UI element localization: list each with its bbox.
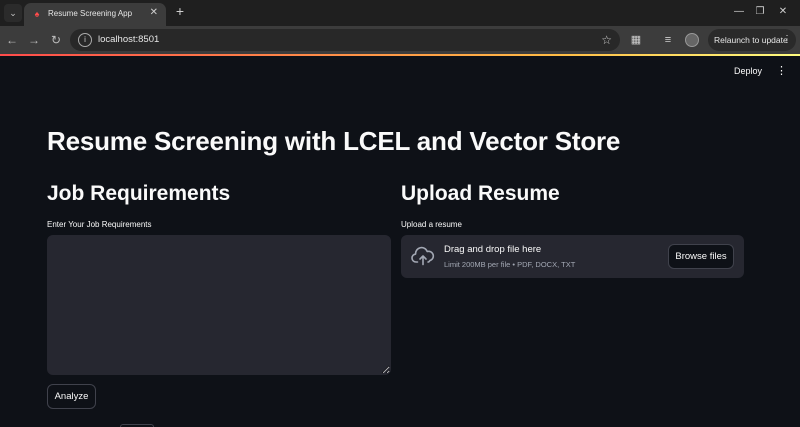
relaunch-label: Relaunch to update bbox=[714, 35, 788, 45]
streamlit-favicon-icon: ♠ bbox=[34, 9, 40, 19]
url-text[interactable]: localhost:8501 bbox=[98, 34, 159, 45]
cloud-upload-icon bbox=[411, 246, 435, 266]
file-dropzone[interactable]: Drag and drop file here Limit 200MB per … bbox=[401, 235, 744, 278]
job-requirements-textarea[interactable] bbox=[47, 235, 391, 375]
tab-title: Resume Screening App bbox=[48, 9, 133, 18]
relaunch-button[interactable]: Relaunch to update ⋮ bbox=[708, 29, 796, 51]
upload-resume-heading: Upload Resume bbox=[401, 182, 560, 205]
site-info-icon[interactable]: i bbox=[78, 33, 92, 47]
minimize-icon[interactable]: — bbox=[732, 5, 746, 19]
analyze-button[interactable]: Analyze bbox=[47, 384, 96, 409]
kebab-icon: ⋮ bbox=[782, 34, 792, 45]
forward-icon[interactable]: → bbox=[26, 32, 42, 48]
job-requirements-label: Enter Your Job Requirements bbox=[47, 220, 152, 229]
app-header: Deploy ⋮ bbox=[0, 56, 800, 90]
reload-icon[interactable]: ↻ bbox=[48, 32, 64, 48]
avatar[interactable] bbox=[685, 33, 699, 47]
job-requirements-heading: Job Requirements bbox=[47, 182, 231, 205]
kebab-icon[interactable]: ⋮ bbox=[776, 65, 787, 77]
browser-toolbar: ← → ↻ i localhost:8501 ☆ ▦ ≡ Relaunch to… bbox=[0, 26, 800, 54]
browser-tab[interactable]: ♠ Resume Screening App ✕ bbox=[24, 3, 166, 26]
extensions-icon[interactable]: ▦ bbox=[628, 32, 644, 48]
star-icon[interactable]: ☆ bbox=[601, 32, 612, 48]
plus-icon[interactable]: + bbox=[172, 4, 188, 20]
restore-icon[interactable]: ❐ bbox=[753, 5, 767, 19]
dropzone-title: Drag and drop file here bbox=[444, 244, 542, 255]
deploy-button[interactable]: Deploy bbox=[734, 66, 762, 76]
tab-search-icon[interactable]: ≡ bbox=[660, 32, 676, 48]
back-icon[interactable]: ← bbox=[4, 32, 20, 48]
page-title: Resume Screening with LCEL and Vector St… bbox=[47, 126, 621, 156]
close-icon[interactable]: ✕ bbox=[776, 5, 790, 19]
browser-tab-bar: ⌄ ♠ Resume Screening App ✕ + — ❐ ✕ bbox=[0, 0, 800, 26]
browse-files-button[interactable]: Browse files bbox=[668, 244, 734, 269]
address-bar[interactable]: i localhost:8501 ☆ bbox=[70, 29, 620, 51]
upload-resume-label: Upload a resume bbox=[401, 220, 462, 229]
close-icon[interactable]: ✕ bbox=[150, 7, 158, 19]
dropzone-limit: Limit 200MB per file • PDF, DOCX, TXT bbox=[444, 260, 576, 269]
tab-list-icon[interactable]: ⌄ bbox=[4, 4, 22, 22]
